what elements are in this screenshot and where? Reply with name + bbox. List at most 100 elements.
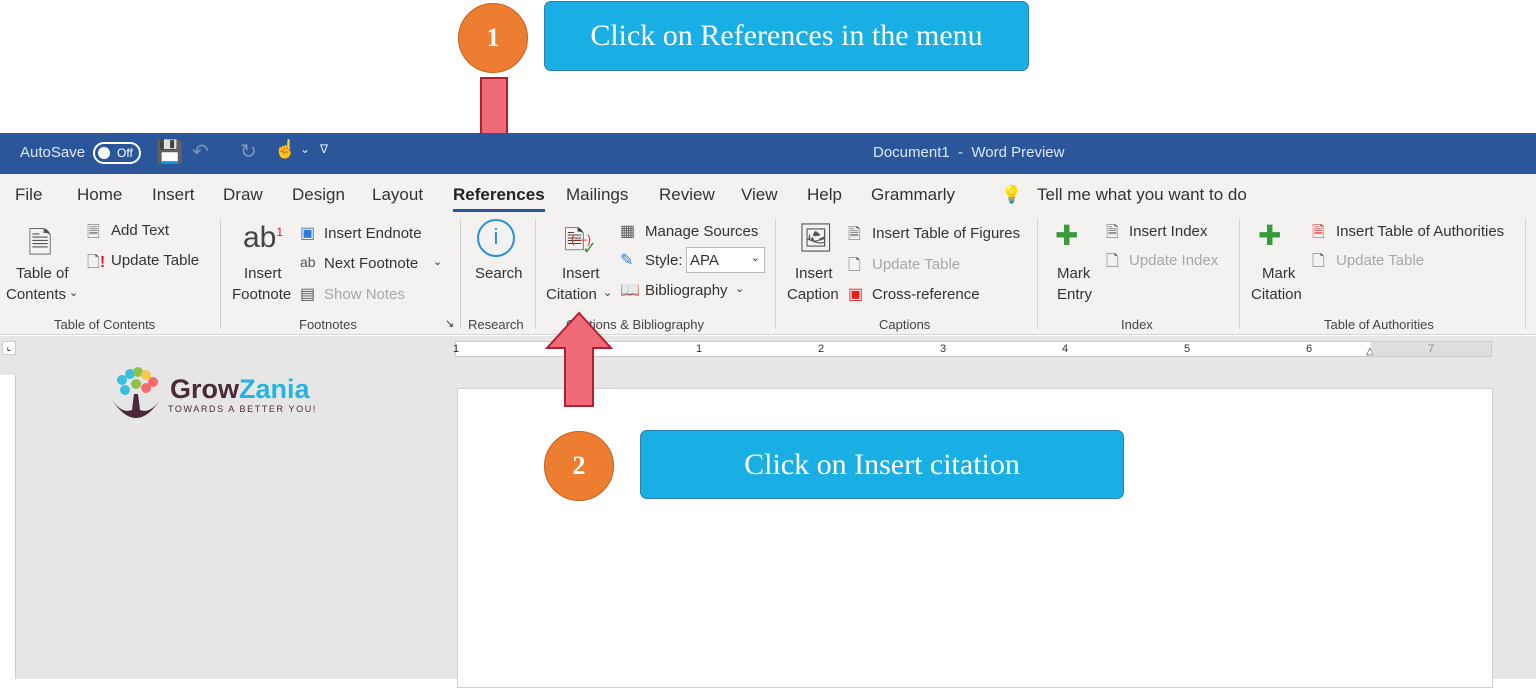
title-bar: AutoSave Off 💾 ↶ ↻ ☝ ⌄ ∇ Document1 - Wor… <box>0 133 1536 174</box>
divider <box>775 219 776 329</box>
insert-caption-line1[interactable]: Insert <box>795 265 833 282</box>
autosave-toggle[interactable]: Off <box>93 142 141 164</box>
captions-update-table-button[interactable]: Update Table <box>872 256 960 273</box>
update-index-button[interactable]: Update Index <box>1129 252 1218 269</box>
tab-mailings[interactable]: Mailings <box>566 185 628 205</box>
search-button[interactable]: Search <box>475 265 523 282</box>
toa-update-table-button[interactable]: Update Table <box>1336 252 1424 269</box>
tab-selector[interactable]: ⌞ <box>2 341 16 355</box>
tab-references[interactable]: References <box>453 185 545 212</box>
insert-index-button[interactable]: Insert Index <box>1129 223 1207 240</box>
update-table-button[interactable]: Update Table <box>111 252 199 269</box>
insert-table-of-figures-button[interactable]: Insert Table of Figures <box>872 225 1020 242</box>
style-select[interactable]: APA ⌄ <box>686 247 765 273</box>
chevron-down-icon: ⌄ <box>750 252 760 264</box>
tree-logo-icon <box>112 367 160 418</box>
manage-sources-button[interactable]: Manage Sources <box>645 223 758 240</box>
group-label-toc: Table of Contents <box>54 317 156 332</box>
step-1-badge: 1 <box>458 3 528 73</box>
ruler-label: 4 <box>1062 343 1069 355</box>
insert-caption-icon: 🖼 <box>798 222 834 253</box>
mark-entry-line2[interactable]: Entry <box>1057 286 1092 303</box>
growzania-logo: GrowZania TOWARDS A BETTER YOU! <box>110 366 340 426</box>
ribbon-tabs: File Home Insert Draw Design Layout Refe… <box>0 174 1536 213</box>
group-label-research: Research <box>468 317 524 332</box>
insert-citation-line1[interactable]: Insert <box>562 265 600 282</box>
mark-citation-line2[interactable]: Citation <box>1251 286 1302 303</box>
add-text-button[interactable]: Add Text <box>111 222 169 239</box>
mark-citation-line1[interactable]: Mark <box>1262 265 1295 282</box>
update-index-icon: 🗋 <box>1106 253 1119 270</box>
mark-entry-icon: ✚ <box>1055 220 1079 251</box>
tab-view[interactable]: View <box>741 185 778 205</box>
ruler-label: 1 <box>453 343 460 355</box>
insert-table-of-authorities-button[interactable]: Insert Table of Authorities <box>1336 223 1504 240</box>
manage-sources-icon: ▦ <box>620 223 636 240</box>
update-table-icon: 🗋 <box>1312 253 1325 270</box>
insert-table-of-figures-icon: 🗎 <box>848 226 861 243</box>
divider <box>220 219 221 329</box>
bibliography-icon: 📖 <box>620 282 640 299</box>
toc-button-line2[interactable]: Contents <box>6 286 66 303</box>
tell-me-search[interactable]: Tell me what you want to do <box>1037 185 1247 205</box>
tab-help[interactable]: Help <box>807 185 842 205</box>
cross-reference-icon: ▣ <box>848 286 864 303</box>
insert-caption-line2[interactable]: Caption <box>787 286 839 303</box>
toggle-knob <box>98 147 110 159</box>
step-2-badge: 2 <box>544 431 614 501</box>
ribbon: 🗎 Table of Contents ⌄ 🗏 Add Text 🗋! Upda… <box>0 213 1536 335</box>
logo-tagline: TOWARDS A BETTER YOU! <box>168 404 317 414</box>
show-notes-button[interactable]: Show Notes <box>324 286 405 303</box>
tab-review[interactable]: Review <box>659 185 715 205</box>
dialog-launcher-icon[interactable]: ↘ <box>445 317 454 330</box>
tab-design[interactable]: Design <box>292 185 345 205</box>
insert-index-icon: 🗎 <box>1106 224 1119 241</box>
step-1-callout: Click on References in the menu <box>544 1 1029 71</box>
touch-mode-icon[interactable]: ☝ <box>274 139 296 160</box>
ruler-label: 6 <box>1306 343 1313 355</box>
cross-reference-button[interactable]: Cross-reference <box>872 286 980 303</box>
group-label-footnotes: Footnotes <box>299 317 357 332</box>
insert-citation-icon: 🗎 (—) ✓ <box>564 225 598 258</box>
next-footnote-button[interactable]: Next Footnote <box>324 255 418 272</box>
chevron-down-icon: ⌄ <box>735 283 745 295</box>
tab-grammarly[interactable]: Grammarly <box>871 185 955 205</box>
divider <box>1525 219 1526 329</box>
ruler-label: 2 <box>818 343 825 355</box>
tab-draw[interactable]: Draw <box>223 185 263 205</box>
ruler-label: 3 <box>940 343 947 355</box>
step-2-callout: Click on Insert citation <box>640 430 1124 499</box>
divider <box>1037 219 1038 329</box>
logo-name: GrowZania <box>170 374 310 404</box>
update-table-icon: 🗋 <box>848 257 861 274</box>
toc-button-line1[interactable]: Table of <box>16 265 69 282</box>
insert-footnote-icon: ab1 <box>243 221 284 254</box>
bibliography-button[interactable]: Bibliography <box>645 282 728 299</box>
vertical-ruler[interactable] <box>0 375 16 679</box>
divider <box>460 219 461 329</box>
ruler-label: 1 <box>696 343 703 355</box>
insert-endnote-icon: ▣ <box>300 225 316 242</box>
insert-footnote-line1[interactable]: Insert <box>244 265 282 282</box>
toggle-state: Off <box>117 146 133 160</box>
next-footnote-dropdown[interactable]: ⌄ <box>433 255 442 268</box>
next-footnote-icon: ab <box>300 254 316 270</box>
tab-layout[interactable]: Layout <box>372 185 423 205</box>
tab-home[interactable]: Home <box>77 185 122 205</box>
tab-insert[interactable]: Insert <box>152 185 195 205</box>
style-value: APA <box>690 252 719 269</box>
redo-icon[interactable]: ↻ <box>240 139 257 164</box>
arrow-up-icon <box>544 311 614 407</box>
insert-citation-line2[interactable]: Citation <box>546 286 597 303</box>
undo-icon[interactable]: ↶ <box>192 139 209 164</box>
show-notes-icon: ▤ <box>300 286 316 303</box>
save-icon[interactable]: 💾 <box>156 139 183 165</box>
tab-file[interactable]: File <box>15 185 42 205</box>
add-text-icon: 🗏 <box>87 224 100 241</box>
mark-entry-line1[interactable]: Mark <box>1057 265 1090 282</box>
insert-endnote-button[interactable]: Insert Endnote <box>324 225 422 242</box>
insert-footnote-line2[interactable]: Footnote <box>232 286 291 303</box>
document-title: Document1 - Word Preview <box>873 144 1065 161</box>
customize-qat-icon[interactable]: ⌄ ∇ <box>300 142 328 156</box>
group-label-index: Index <box>1121 317 1153 332</box>
